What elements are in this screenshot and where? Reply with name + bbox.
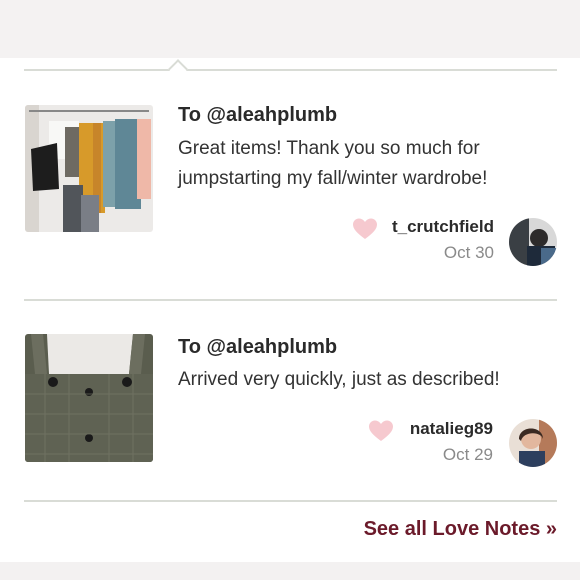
see-all-love-notes-link[interactable]: See all Love Notes » [364,518,557,541]
note-recipient[interactable]: To @aleahplumb [178,336,337,359]
note-thumbnail-plaid-dress[interactable] [25,334,153,462]
love-notes-card: To @aleahplumb Great items! Thank you so… [0,58,580,562]
heart-icon [353,218,377,239]
heart-icon [369,420,393,441]
note-date: Oct 30 [443,243,494,262]
user-avatar[interactable] [509,419,557,467]
top-bar [0,0,580,58]
note-username[interactable]: natalieg89 [410,419,493,439]
bottom-strip [0,562,580,580]
note-message: Arrived very quickly, just as described! [178,369,500,390]
note-recipient[interactable]: To @aleahplumb [178,104,337,127]
note-date: Oct 29 [442,445,493,464]
top-divider [24,59,557,79]
note-message: Great items! Thank you so much for jumps… [178,138,488,189]
pointer-notch [168,59,188,79]
note-username[interactable]: t_crutchfield [392,217,494,237]
user-avatar[interactable] [509,218,557,266]
note-thumbnail-clothing-rack[interactable] [25,105,153,232]
note-divider [24,299,557,301]
bottom-divider [24,500,557,502]
